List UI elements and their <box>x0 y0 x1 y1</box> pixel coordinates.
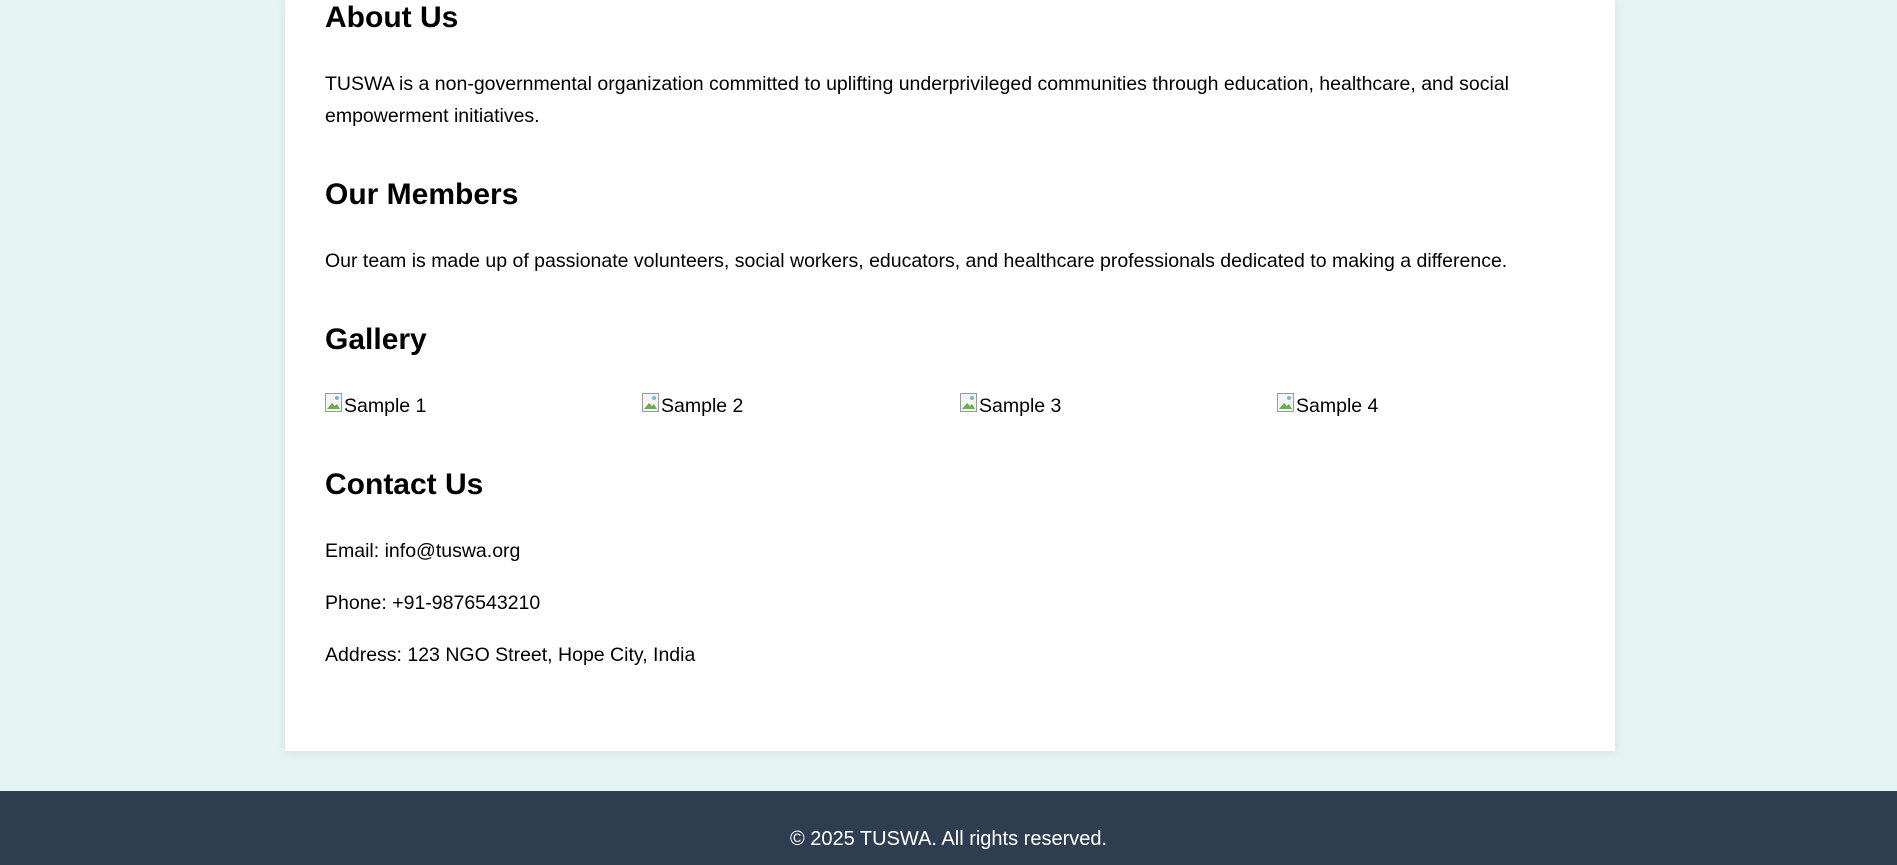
gallery-image-2: Sample 2 <box>642 390 743 422</box>
gallery-image-alt: Sample 2 <box>661 395 744 417</box>
gallery-grid: Sample 1 Sample 2 Sample 3 Sample 4 <box>325 390 1595 422</box>
gallery-image-1: Sample 1 <box>325 390 426 422</box>
broken-image-icon <box>1277 393 1295 413</box>
contact-phone: Phone: +91-9876543210 <box>325 592 541 614</box>
page: About Us TUSWA is a non-governmental org… <box>0 0 1897 865</box>
site-footer: © 2025 TUSWA. All rights reserved. <box>0 791 1897 865</box>
main-card: About Us TUSWA is a non-governmental org… <box>285 0 1615 751</box>
gallery-image-alt: Sample 4 <box>1296 395 1379 417</box>
about-heading: About Us <box>325 1 459 34</box>
broken-image-icon <box>325 393 343 413</box>
contact-address: Address: 123 NGO Street, Hope City, Indi… <box>325 644 696 666</box>
members-heading: Our Members <box>325 178 519 211</box>
footer-copyright: © 2025 TUSWA. All rights reserved. <box>789 828 1108 850</box>
gallery-image-4: Sample 4 <box>1277 390 1378 422</box>
broken-image-icon <box>960 393 978 413</box>
broken-image-icon <box>642 393 660 413</box>
contact-email: Email: info@tuswa.org <box>325 540 521 562</box>
gallery-heading: Gallery <box>325 323 427 356</box>
contact-heading: Contact Us <box>325 468 484 501</box>
about-text: TUSWA is a non-governmental organization… <box>325 73 1510 127</box>
gallery-image-alt: Sample 1 <box>344 395 427 417</box>
members-text: Our team is made up of passionate volunt… <box>325 250 1508 272</box>
gallery-image-3: Sample 3 <box>960 390 1061 422</box>
gallery-image-alt: Sample 3 <box>979 395 1062 417</box>
